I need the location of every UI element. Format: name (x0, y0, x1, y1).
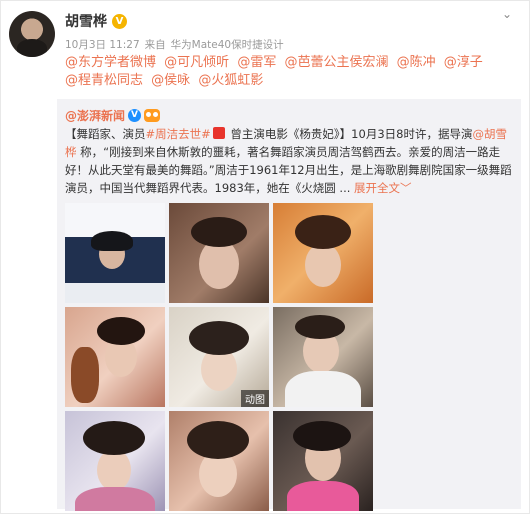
device-name: 华为Mate40保时捷设计 (170, 39, 284, 51)
chevron-down-icon[interactable]: ⌄ (497, 7, 517, 23)
gift-icon (212, 127, 225, 139)
image-thumbnail[interactable] (65, 307, 165, 407)
mention-link[interactable]: @雷军 (237, 55, 276, 70)
author-name[interactable]: 胡雪桦 (65, 11, 107, 31)
mention-link[interactable]: @可凡倾听 (164, 55, 229, 70)
text-part: 曾主演电影《杨贵妃》】10月3日8时许，据导演 (226, 127, 473, 141)
author-line: 胡雪桦 V (65, 11, 127, 31)
verified-icon: V (112, 13, 127, 29)
mention-link[interactable]: @程青松同志 (65, 73, 143, 88)
mention-list: @东方学者微博 @可凡倾听 @雷军 @芭蕾公主侯宏澜 @陈冲 @淳子 @程青松同… (65, 54, 515, 90)
verified-blue-icon: V (128, 109, 142, 122)
text-part: 称，“刚接到来自休斯敦的噩耗，著名舞蹈家演员周洁驾鹤西去。亲爱的周洁一路走好！从… (65, 145, 512, 195)
image-thumbnail[interactable] (65, 411, 165, 511)
image-thumbnail[interactable] (169, 411, 269, 511)
image-thumbnail[interactable] (273, 307, 373, 407)
image-thumbnail[interactable] (273, 411, 373, 511)
source-prefix: 来自 (144, 39, 166, 51)
image-thumbnail[interactable] (65, 203, 165, 303)
gif-badge: 动图 (241, 390, 269, 407)
mention-link[interactable]: @淳子 (444, 55, 483, 70)
post-meta: 10月3日 11:27 来自 华为Mate40保时捷设计 (65, 37, 289, 52)
expand-link[interactable]: 展开全文 (354, 181, 400, 195)
ellipsis: ... (339, 181, 351, 195)
post-date[interactable]: 10月3日 11:27 (65, 39, 140, 51)
repost-text: 【舞蹈家、演员#周洁去世# 曾主演电影《杨贵妃》】10月3日8时许，据导演@胡雪… (65, 125, 517, 197)
chevron-down-icon[interactable]: ﹀ (400, 181, 412, 195)
image-thumbnail[interactable] (169, 203, 269, 303)
image-grid: 动图 (65, 203, 373, 511)
reposted-content: @澎湃新闻 V 【舞蹈家、演员#周洁去世# 曾主演电影《杨贵妃》】10月3日8时… (57, 99, 521, 511)
topic-link[interactable]: #周洁去世# (146, 127, 211, 141)
avatar[interactable] (9, 11, 55, 57)
image-thumbnail[interactable]: 动图 (169, 307, 269, 407)
mention-link[interactable]: @侯咏 (151, 73, 190, 88)
mention-link[interactable]: @芭蕾公主侯宏澜 (284, 55, 388, 70)
image-thumbnail[interactable] (273, 203, 373, 303)
mention-link[interactable]: @火狐虹影 (198, 73, 263, 88)
text-part: 【舞蹈家、演员 (65, 127, 146, 141)
repost-source: @澎湃新闻 V (65, 107, 161, 124)
owl-badge-icon (144, 109, 161, 122)
mention-link[interactable]: @陈冲 (397, 55, 436, 70)
repost-source-name[interactable]: @澎湃新闻 (65, 107, 125, 124)
mention-link[interactable]: @东方学者微博 (65, 55, 156, 70)
weibo-post: 胡雪桦 V 10月3日 11:27 来自 华为Mate40保时捷设计 ⌄ @东方学者… (0, 0, 530, 514)
